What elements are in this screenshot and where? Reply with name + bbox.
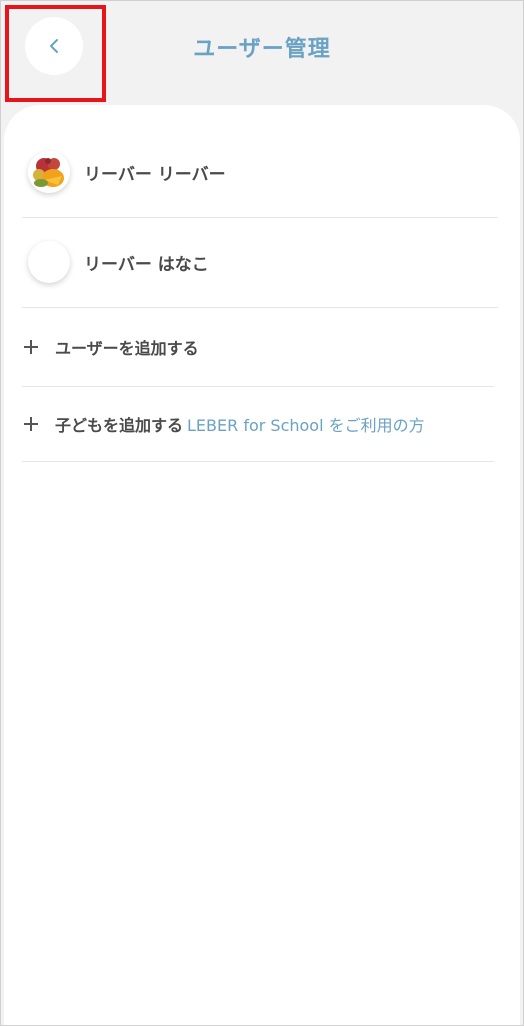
avatar [28, 151, 70, 193]
school-user-link[interactable]: LEBER for School をご利用の方 [187, 412, 425, 436]
user-name: リーバー はなこ [84, 254, 209, 275]
add-user-label: ユーザーを追加する [55, 339, 199, 358]
user-row[interactable]: リーバー リーバー [22, 127, 498, 218]
fruit-avatar-image [28, 151, 70, 193]
user-name: リーバー リーバー [84, 164, 226, 185]
plus-icon [24, 417, 38, 431]
user-list-card: リーバー リーバー リーバー はなこ ユーザーを追加する 子どもを追加する LE… [4, 105, 520, 1025]
app-screen: ユーザー管理 リーバー リーバー リーバー はなこ ユーザーを追加する 子どもを… [0, 0, 524, 1026]
plus-icon [24, 340, 38, 354]
user-row[interactable]: リーバー はなこ [22, 217, 498, 308]
page-title: ユーザー管理 [193, 37, 331, 62]
add-user-button[interactable]: ユーザーを追加する [22, 308, 494, 387]
add-child-label: 子どもを追加する [55, 416, 184, 435]
header: ユーザー管理 [1, 1, 523, 105]
avatar [28, 241, 70, 283]
add-child-button[interactable]: 子どもを追加する LEBER for School をご利用の方 [22, 387, 494, 462]
